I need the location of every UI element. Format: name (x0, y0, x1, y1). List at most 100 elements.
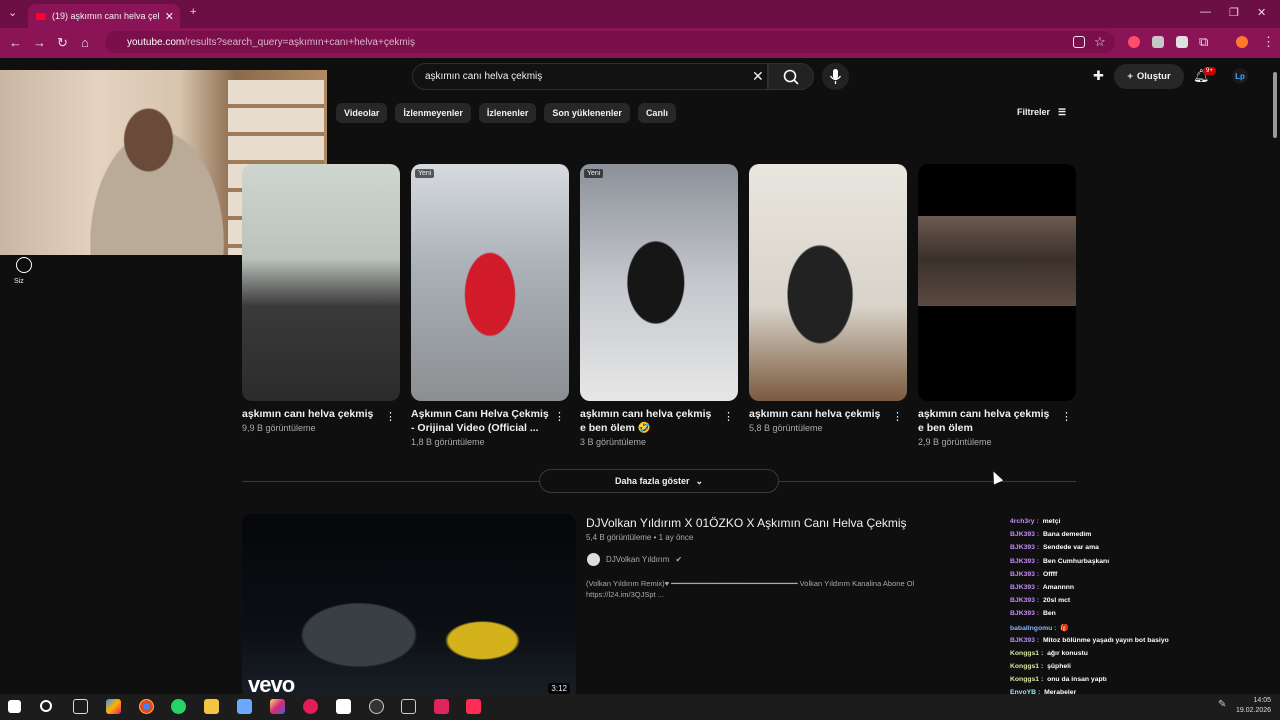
app-v-icon[interactable] (466, 699, 481, 714)
chip-recently-uploaded[interactable]: Son yüklenenler (544, 103, 630, 123)
short-title[interactable]: aşkımın canı helva çekmiş (749, 407, 889, 421)
cast-icon[interactable]: ✚ (1093, 68, 1104, 84)
filters-button[interactable]: Filtreler ☰ (1017, 107, 1066, 118)
plus-icon: + (1127, 71, 1133, 82)
short-thumbnail[interactable] (242, 164, 400, 401)
more-actions-icon[interactable]: ⋮ (723, 410, 734, 423)
video-channel[interactable]: DJVolkan Yıldırım ✔ (587, 553, 682, 566)
extension-grey-icon[interactable] (1176, 36, 1188, 48)
chat-username: BJK393 : (1010, 544, 1040, 552)
app-cube-icon[interactable] (401, 699, 416, 714)
bookmark-star-icon[interactable]: ☆ (1094, 34, 1106, 50)
short-card[interactable]: aşkımın canı helva çekmiş e ben ölem 2,9… (918, 164, 1076, 447)
chip-videos[interactable]: Videolar (336, 103, 388, 123)
chat-username: Konggs1 : (1010, 649, 1044, 657)
chat-message: BJK393 : Ben Cumhurbaşkanı (1010, 558, 1280, 571)
url-bar[interactable]: youtube.com/results?search_query=aşkımın… (105, 31, 1115, 53)
pen-icon[interactable]: ✎ (1218, 699, 1233, 714)
forward-icon[interactable]: → (33, 35, 46, 50)
short-card[interactable]: aşkımın canı helva çekmiş 9,9 B görüntül… (242, 164, 400, 433)
show-more-button[interactable]: Daha fazla göster ⌄ (539, 469, 779, 493)
chrome-icon[interactable] (139, 699, 154, 714)
app-red-icon[interactable] (303, 699, 318, 714)
browser-menu-icon[interactable]: ⋮ (1262, 34, 1275, 50)
search-button[interactable] (768, 63, 814, 90)
description-link: https://l24.im/3QJSpt ... (586, 590, 664, 599)
short-title[interactable]: aşkımın canı helva çekmiş e ben ölem (918, 407, 1058, 435)
notifications-badge: 9+ (1203, 67, 1216, 75)
install-app-icon[interactable] (1073, 36, 1085, 48)
tab-title: (19) aşkımın canı helva çekmiş (52, 11, 159, 21)
channel-avatar[interactable] (587, 553, 600, 566)
short-thumbnail[interactable] (749, 164, 907, 401)
short-thumbnail[interactable] (918, 164, 1076, 401)
more-actions-icon[interactable]: ⋮ (554, 410, 565, 423)
app-pink-icon[interactable] (434, 699, 449, 714)
account-avatar[interactable]: Lp (1232, 68, 1248, 84)
home-icon[interactable]: ⌂ (81, 35, 89, 50)
you-label[interactable]: Siz (14, 278, 24, 285)
video-meta: 5,4 B görüntüleme • 1 ay önce (586, 533, 694, 542)
chip-unwatched[interactable]: İzlenmeyenler (395, 103, 471, 123)
new-badge: Yeni (415, 169, 435, 178)
window-close-icon[interactable]: ✕ (1257, 6, 1266, 19)
scrollbar-thumb[interactable] (1273, 72, 1277, 138)
minimize-icon[interactable]: — (1200, 6, 1211, 18)
more-actions-icon[interactable]: ⋮ (892, 410, 903, 423)
obs-icon[interactable] (369, 699, 384, 714)
create-button[interactable]: + Oluştur (1114, 64, 1184, 89)
video-title[interactable]: DJVolkan Yıldırım X 01ÖZKO X Aşkımın Can… (586, 516, 907, 530)
voice-search-button[interactable] (822, 63, 849, 90)
back-icon[interactable]: ← (9, 35, 22, 50)
notion-icon[interactable] (336, 699, 351, 714)
search-input[interactable]: aşkımın canı helva çekmiş (412, 63, 768, 90)
tab-close-icon[interactable]: ✕ (165, 10, 180, 23)
short-thumbnail[interactable]: Yeni (411, 164, 569, 401)
short-card[interactable]: Yeni aşkımın canı helva çekmiş e ben öle… (580, 164, 738, 447)
chat-message: Konggs1 : onu da insan yaptı (1010, 676, 1280, 689)
sliders-icon: ☰ (1058, 107, 1067, 117)
divider (779, 481, 1076, 482)
task-view-icon[interactable] (73, 699, 88, 714)
url-path: /results?search_query=aşkımın+canı+helva… (184, 36, 415, 48)
chat-message: BJK393 : 20sl mct (1010, 597, 1280, 610)
chip-watched[interactable]: İzlenenler (478, 103, 537, 123)
chat-message: BJK393 : Mitoz bölünme yaşadı yayın bot … (1010, 637, 1280, 650)
chat-message: BJK393 : Bana demedim (1010, 531, 1280, 544)
short-card[interactable]: aşkımın canı helva çekmiş 5,8 B görüntül… (749, 164, 907, 433)
short-card[interactable]: Yeni Aşkımın Canı Helva Çekmiş - Orijina… (411, 164, 569, 447)
channel-name[interactable]: DJVolkan Yıldırım (606, 555, 669, 564)
whatsapp-icon[interactable] (171, 699, 186, 714)
short-title[interactable]: Aşkımın Canı Helva Çekmiş - Orijinal Vid… (411, 407, 551, 435)
store-icon[interactable] (237, 699, 252, 714)
copilot-icon[interactable] (106, 699, 121, 714)
new-tab-icon[interactable]: + (190, 6, 196, 18)
windows-taskbar (0, 694, 1280, 720)
taskbar-search-icon[interactable] (40, 700, 52, 712)
you-account-icon[interactable] (16, 257, 32, 273)
windows-start-icon[interactable] (8, 700, 21, 713)
file-explorer-icon[interactable] (204, 699, 219, 714)
chip-live[interactable]: Canlı (637, 103, 676, 123)
video-duration: 3:12 (548, 683, 570, 694)
short-thumbnail[interactable]: Yeni (580, 164, 738, 401)
extension-badge-icon[interactable] (1152, 36, 1164, 48)
profile-avatar-icon[interactable] (1236, 36, 1248, 48)
tab-search-icon[interactable]: ⌄ (8, 6, 17, 19)
restore-icon[interactable]: ❐ (1229, 6, 1239, 19)
extensions-puzzle-icon[interactable]: ⧉ (1199, 34, 1208, 50)
extension-red-icon[interactable] (1128, 36, 1140, 48)
chat-text: şüpheli (1045, 663, 1071, 671)
clear-search-icon[interactable]: ✕ (752, 68, 764, 85)
browser-tab[interactable]: (19) aşkımın canı helva çekmiş ✕ (28, 4, 180, 28)
more-actions-icon[interactable]: ⋮ (1061, 410, 1072, 423)
clock-time: 14:05 (1253, 697, 1272, 704)
video-thumbnail[interactable]: vevo 3:12 (242, 514, 576, 700)
instagram-icon[interactable] (270, 699, 285, 714)
short-title[interactable]: aşkımın canı helva çekmiş e ben ölem 🤣 (580, 407, 720, 435)
reload-icon[interactable]: ↻ (57, 35, 68, 51)
page-scrollbar[interactable] (1272, 60, 1278, 700)
create-label: Oluştur (1136, 71, 1171, 82)
short-title[interactable]: aşkımın canı helva çekmiş (242, 407, 382, 421)
more-actions-icon[interactable]: ⋮ (385, 410, 396, 423)
